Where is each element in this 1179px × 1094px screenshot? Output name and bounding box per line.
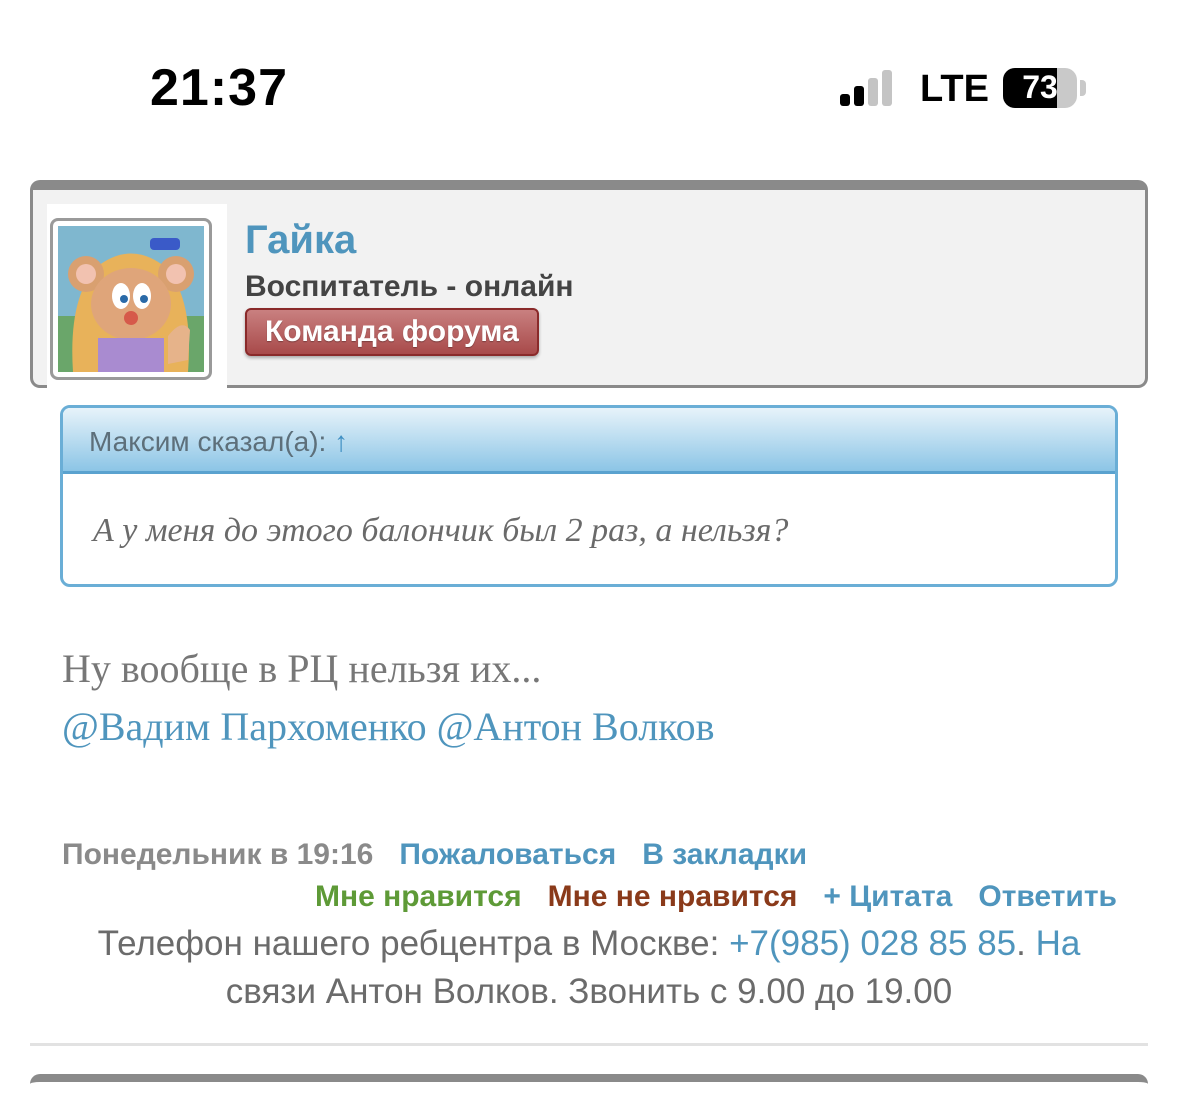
dislike-button[interactable]: Мне не нравится — [548, 880, 798, 913]
message-body: Ну вообще в РЦ нельзя их... @Вадим Пархо… — [62, 640, 714, 756]
username-link[interactable]: Гайка — [245, 218, 356, 263]
post-actions: Мне нравится Мне не нравится + Цитата Ответ… — [289, 880, 1117, 914]
battery-icon: 73 — [1003, 68, 1077, 108]
signal-icon — [840, 70, 900, 106]
report-link[interactable]: Пожаловаться — [399, 838, 616, 871]
reply-button[interactable]: Ответить — [978, 880, 1117, 913]
post-date[interactable]: Понедельник в 19:16 — [62, 838, 373, 871]
avatar-container — [47, 204, 227, 392]
signature: Телефон нашего ребцентра в Москве: +7(98… — [30, 920, 1148, 1016]
avatar[interactable] — [50, 218, 212, 380]
user-title: Воспитатель - онлайн — [245, 270, 574, 303]
signature-line1: Телефон нашего ребцентра в Москве: +7(98… — [30, 920, 1148, 968]
next-post-card — [30, 1074, 1148, 1094]
quote-button[interactable]: + Цитата — [823, 880, 952, 913]
quote-author-label: Максим сказал(а): — [89, 426, 327, 457]
avatar-image — [58, 226, 204, 372]
bookmark-link[interactable]: В закладки — [642, 838, 807, 871]
like-button[interactable]: Мне нравится — [315, 880, 522, 913]
message-text: Ну вообще в РЦ нельзя их... — [62, 646, 542, 691]
signature-line2: связи Антон Волков. Звонить с 9.00 до 19… — [225, 972, 953, 1011]
network-type: LTE — [920, 68, 989, 110]
signature-na: На — [1025, 924, 1081, 963]
quote-author: Максим сказал(а): ↑ — [89, 426, 348, 458]
team-badge: Команда форума — [245, 308, 539, 356]
post-divider — [30, 1043, 1148, 1046]
signature-dot: . — [1016, 924, 1026, 963]
quote-text: А у меня до этого балончик был 2 раз, а … — [93, 512, 789, 549]
battery-tip — [1080, 80, 1086, 96]
battery-percent: 73 — [1022, 69, 1058, 105]
quote-block: Максим сказал(а): ↑ А у меня до этого ба… — [60, 405, 1118, 587]
jump-to-quote-icon[interactable]: ↑ — [334, 426, 348, 457]
status-bar: 21:37 LTE 73 — [0, 0, 1179, 150]
phone-link[interactable]: +7(985) 028 85 85 — [729, 924, 1016, 963]
signature-text: Телефон нашего ребцентра в Москве: — [97, 924, 730, 963]
user-mentions[interactable]: @Вадим Пархоменко @Антон Волков — [62, 698, 714, 756]
user-card: Гайка Воспитатель - онлайн Команда форум… — [30, 180, 1148, 392]
status-time: 21:37 — [150, 59, 288, 117]
post-meta: Понедельник в 19:16 Пожаловаться В закладк… — [62, 838, 807, 872]
